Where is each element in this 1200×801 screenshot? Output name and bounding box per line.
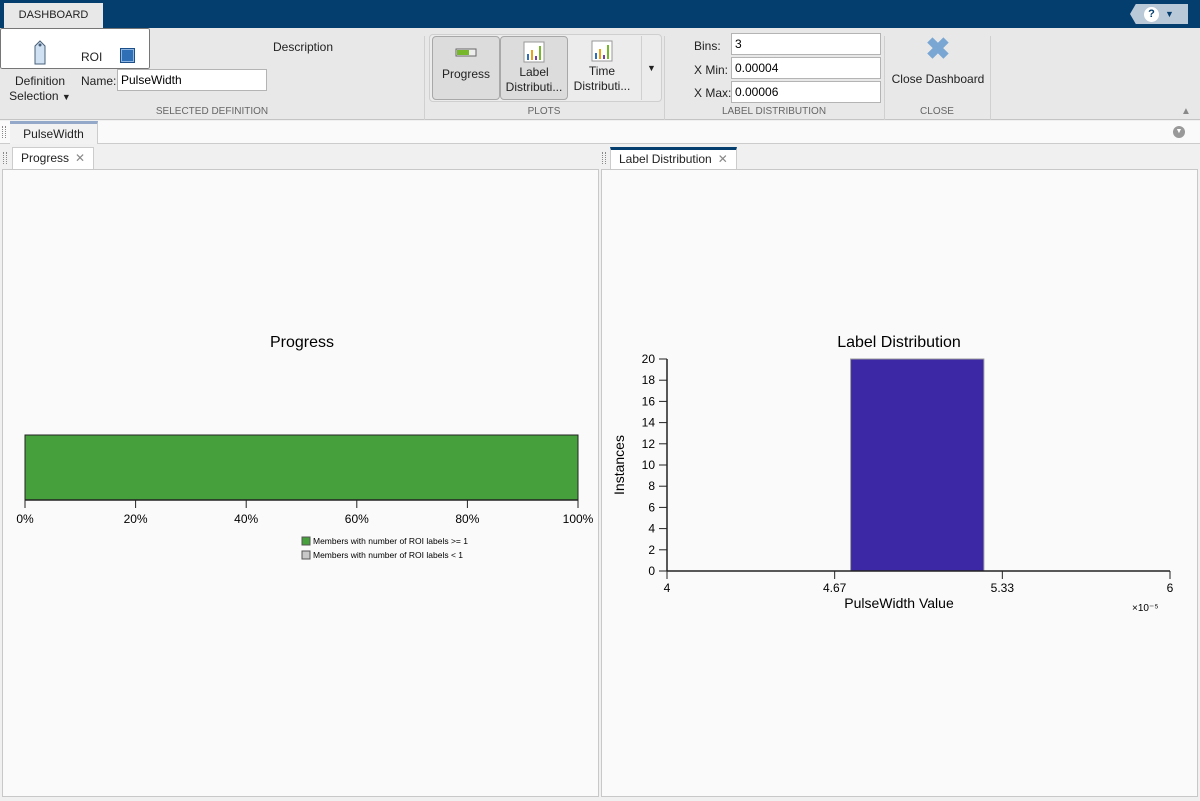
- xmin-input[interactable]: [731, 57, 881, 79]
- progress-label: Progress: [441, 67, 491, 81]
- help-icon: ?: [1144, 6, 1160, 22]
- tag-icon: [34, 40, 46, 65]
- label-distribution-chart: Label Distribution 0 2 4 6 8 10 12 14 16 18 20 4 4.67…: [611, 334, 1174, 614]
- tab-label: Label Distribution: [619, 152, 712, 166]
- close-icon: ✖: [925, 33, 951, 66]
- legend-entry: Members with number of ROI labels >= 1: [313, 536, 468, 546]
- section-label: LABEL DISTRIBUTION: [721, 106, 827, 117]
- x-tick-label: 6: [1167, 581, 1174, 595]
- definition-selection-button[interactable]: Definition Selection ▼: [6, 36, 74, 103]
- definition-label: Definition: [14, 74, 66, 88]
- dropdown-arrow-icon: ▼: [61, 92, 71, 102]
- bar-chart-icon: [591, 40, 613, 62]
- xmin-label: X Min:: [694, 63, 729, 77]
- y-tick-label: 14: [642, 416, 656, 430]
- progress-bar-icon: [455, 48, 477, 57]
- tab-progress[interactable]: Progress ✕: [12, 147, 95, 170]
- y-tick-label: 20: [642, 352, 656, 366]
- x-tick-label: 5.33: [991, 581, 1015, 595]
- label-text: Label: [519, 65, 549, 79]
- section-label: CLOSE: [920, 106, 954, 117]
- collapse-ribbon-icon[interactable]: ▲: [1181, 106, 1191, 117]
- label-text: Distributi...: [505, 80, 563, 94]
- x-tick-label: 60%: [345, 512, 369, 526]
- grip-icon[interactable]: [2, 126, 6, 138]
- time-distribution-plot-button[interactable]: Time Distributi...: [568, 36, 636, 100]
- label-text: Time: [588, 64, 616, 78]
- tab-label-distribution[interactable]: Label Distribution ✕: [610, 147, 737, 170]
- x-tick-label: 20%: [124, 512, 148, 526]
- bar-chart-icon: [523, 41, 545, 63]
- x-tick-label: 80%: [455, 512, 479, 526]
- section-label: PLOTS: [527, 106, 561, 117]
- x-tick-label: 100%: [563, 512, 594, 526]
- x-tick-label: 4: [664, 581, 671, 595]
- divider: [990, 36, 991, 120]
- bins-input[interactable]: [731, 33, 881, 55]
- document-menu-icon[interactable]: ▼: [1173, 126, 1185, 138]
- x-tick-label: 0%: [16, 512, 34, 526]
- y-tick-label: 4: [648, 522, 655, 536]
- progress-chart: Progress 0% 20% 40% 60% 80% 100% Members with n…: [16, 334, 594, 560]
- y-tick-label: 16: [642, 394, 656, 408]
- help-button[interactable]: ? ▼: [1130, 4, 1188, 24]
- histogram-bar: [850, 358, 985, 572]
- description-label: Description: [273, 40, 334, 54]
- y-tick-label: 6: [648, 500, 655, 514]
- label-distribution-panel: Label Distribution 0 2 4 6 8 10 12 14 16 18 20 4 4.67…: [601, 169, 1198, 797]
- name-label: Name:: [81, 74, 117, 88]
- name-input[interactable]: [117, 69, 267, 91]
- chart-title: Label Distribution: [837, 334, 961, 351]
- progress-bar: [24, 434, 579, 501]
- grip-icon[interactable]: [602, 152, 606, 164]
- y-axis-label: Instances: [611, 435, 627, 495]
- close-tab-icon[interactable]: ✕: [718, 152, 728, 166]
- progress-panel: Progress 0% 20% 40% 60% 80% 100% Members with n…: [2, 169, 599, 797]
- y-tick-label: 10: [642, 458, 656, 472]
- legend-swatch: [301, 550, 311, 560]
- tab-label: Progress: [21, 151, 70, 165]
- bins-label: Bins:: [694, 39, 721, 53]
- close-dashboard-label: Close Dashboard: [891, 72, 985, 86]
- document-tab-strip: [0, 121, 1200, 144]
- grip-icon[interactable]: [3, 152, 7, 164]
- y-tick-label: 18: [642, 373, 656, 387]
- y-tick-label: 2: [648, 543, 655, 557]
- x-axis-label: PulseWidth Value: [844, 595, 954, 611]
- legend-entry: Members with number of ROI labels < 1: [313, 550, 463, 560]
- label-text: Distributi...: [573, 79, 631, 93]
- legend-swatch: [301, 536, 311, 546]
- label-distribution-plot-button[interactable]: Label Distributi...: [500, 36, 568, 100]
- xmax-input[interactable]: [731, 81, 881, 103]
- xmax-label: X Max:: [694, 86, 732, 100]
- selection-label: Selection: [9, 89, 59, 103]
- x-tick-label: 40%: [234, 512, 258, 526]
- x-tick-label: 4.67: [823, 581, 847, 595]
- y-tick-label: 8: [648, 479, 655, 493]
- y-tick-label: 0: [648, 564, 655, 578]
- toolstrip-bar: [0, 0, 1200, 28]
- y-tick-label: 12: [642, 437, 656, 451]
- close-dashboard-button[interactable]: ✖ Close Dashboard: [890, 33, 986, 100]
- x-multiplier: ×10⁻⁵: [1132, 603, 1158, 614]
- chevron-down-icon: ▼: [1165, 9, 1174, 19]
- progress-plot-button[interactable]: Progress: [432, 36, 500, 100]
- gallery-expand-button[interactable]: ▼: [641, 36, 661, 100]
- close-tab-icon[interactable]: ✕: [75, 151, 85, 165]
- roi-label: ROI: [81, 50, 103, 64]
- chart-title: Progress: [270, 334, 334, 351]
- tab-dashboard[interactable]: DASHBOARD: [4, 3, 103, 28]
- section-label: SELECTED DEFINITION: [155, 106, 269, 117]
- document-tab-pulsewidth[interactable]: PulseWidth: [10, 121, 98, 144]
- ribbon: Definition Selection ▼ ROI Name: Descrip…: [0, 28, 1200, 120]
- roi-color-swatch[interactable]: [120, 48, 135, 63]
